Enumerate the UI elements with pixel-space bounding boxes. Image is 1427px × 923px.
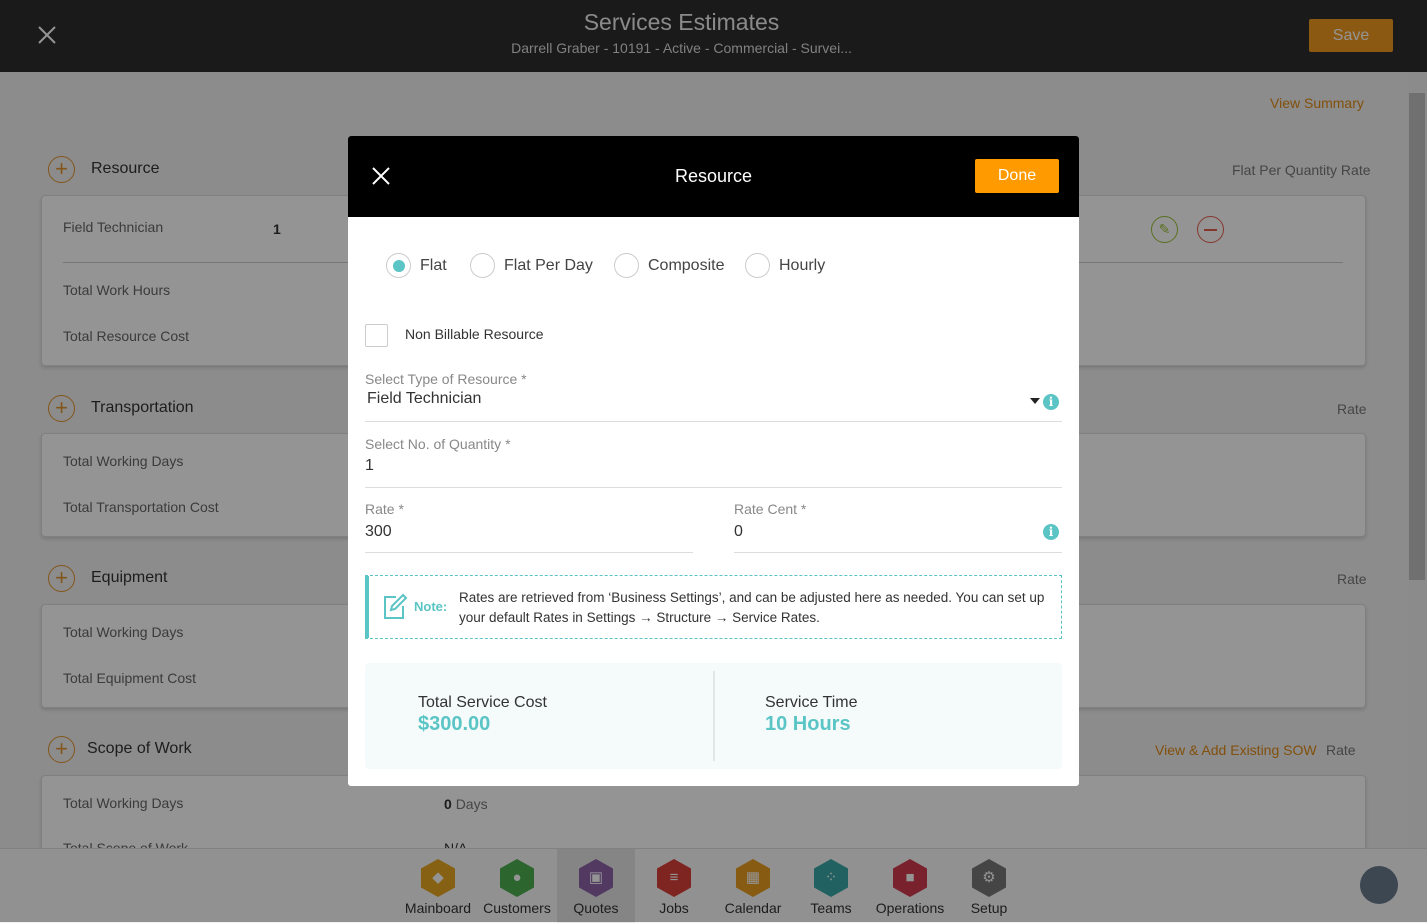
rate-cent-input[interactable]: 0 (734, 523, 743, 541)
total-cost-label: Total Service Cost (418, 694, 547, 711)
radio-circle[interactable] (470, 253, 495, 278)
non-billable-checkbox[interactable] (365, 324, 388, 347)
radio-label: Flat (420, 256, 447, 274)
service-time-label: Service Time (765, 694, 858, 711)
modal-title: Resource (674, 166, 753, 186)
radio-circle[interactable] (745, 253, 770, 278)
radio-flat-per-day[interactable]: Flat Per Day (470, 253, 593, 278)
info-icon[interactable]: i (1043, 394, 1059, 410)
info-icon[interactable]: i (1043, 524, 1059, 540)
non-billable-label: Non Billable Resource (405, 326, 544, 342)
field-label: Rate * (365, 501, 404, 517)
radio-hourly[interactable]: Hourly (745, 253, 825, 278)
note-label: Note: (414, 599, 448, 614)
field-label: Rate Cent * (734, 501, 807, 517)
quantity-input[interactable]: 1 (365, 457, 374, 475)
edit-note-icon (384, 593, 408, 619)
field-label: Select Type of Resource * (365, 371, 527, 387)
radio-label: Flat Per Day (504, 256, 593, 274)
radio-flat[interactable]: Flat (386, 253, 447, 278)
radio-circle[interactable] (386, 253, 411, 278)
summary-box: Total Service Cost $300.00 Service Time … (365, 663, 1062, 769)
field-label: Select No. of Quantity * (365, 436, 511, 452)
note-box: Note: Rates are retrieved from ‘Business… (365, 575, 1062, 639)
resource-modal: Resource Done Flat Flat Per Day Composit… (348, 136, 1079, 786)
radio-label: Hourly (779, 256, 826, 274)
modal-header: Resource Done (348, 136, 1079, 217)
note-text: Rates are retrieved from ‘Business Setti… (459, 590, 1045, 625)
rate-input[interactable]: 300 (365, 523, 392, 541)
done-button[interactable]: Done (975, 159, 1059, 193)
service-time-value: 10 Hours (765, 713, 851, 735)
resource-type-select[interactable]: Field Technician (367, 390, 481, 408)
radio-circle[interactable] (614, 253, 639, 278)
total-cost-value: $300.00 (418, 713, 491, 735)
radio-label: Composite (648, 256, 725, 274)
chevron-down-icon[interactable] (1030, 398, 1040, 404)
radio-composite[interactable]: Composite (614, 253, 724, 278)
